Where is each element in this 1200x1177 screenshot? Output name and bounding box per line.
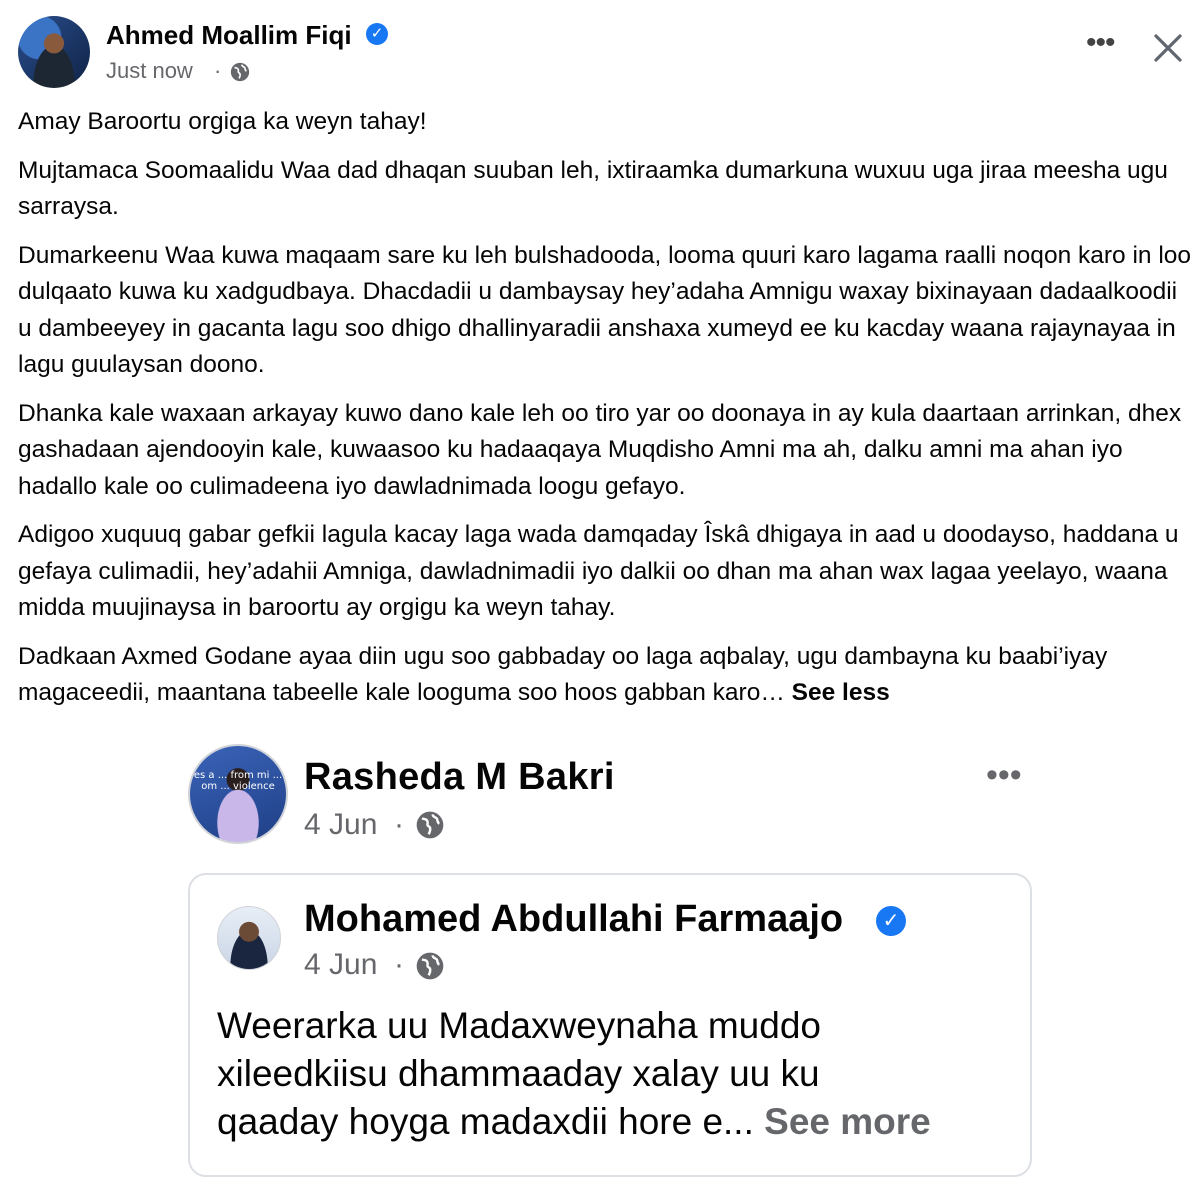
embedded-author-avatar: es a ... from mi ... om ... violence — [188, 744, 288, 844]
separator-dot: · — [214, 58, 222, 83]
more-options-icon[interactable]: ••• — [1086, 28, 1118, 66]
globe-icon — [416, 952, 444, 980]
post-paragraph: Mujtamaca Soomaalidu Waa dad dhaqan suub… — [18, 156, 1168, 221]
post-body: Amay Baroortu orgiga ka weyn tahay! Mujt… — [18, 104, 1193, 724]
separator-dot: · — [394, 808, 404, 841]
shared-text-line-last: qaaday hoyga madaxdii hore e... See more — [217, 1098, 1017, 1146]
shared-text-fragment: qaaday hoyga madaxdii hore e... — [217, 1101, 754, 1142]
see-more-link: See more — [764, 1101, 931, 1142]
embedded-timestamp: 4 Jun — [304, 808, 378, 841]
post-paragraph-last: Dadkaan Axmed Godane ayaa diin ugu soo g… — [18, 639, 1193, 712]
post-paragraph: Dhanka kale waxaan arkayay kuwo dano kal… — [18, 399, 1182, 500]
more-options-icon: ••• — [986, 756, 1022, 794]
shared-timestamp: 4 Jun — [304, 948, 378, 981]
verified-check-icon: ✓ — [366, 23, 388, 45]
post-paragraph: Amay Baroortu orgiga ka weyn tahay! — [18, 108, 427, 135]
see-less-link[interactable]: See less — [792, 679, 890, 706]
globe-icon — [230, 62, 250, 82]
globe-icon — [416, 811, 444, 839]
shared-author-name: Mohamed Abdullahi Farmaajo — [304, 898, 844, 940]
shared-post-text: Weerarka uu Madaxweynaha muddo xileedkii… — [217, 1002, 1017, 1146]
separator-dot: · — [394, 948, 404, 981]
post-paragraph: Dumarkeenu Waa kuwa maqaam sare ku leh b… — [18, 241, 1192, 379]
author-name[interactable]: Ahmed Moallim Fiqi — [106, 20, 352, 51]
author-avatar[interactable] — [18, 16, 90, 88]
post-paragraph-text: Dadkaan Axmed Godane ayaa diin ugu soo g… — [18, 642, 1108, 707]
shared-text-line: xileedkiisu dhammaaday xalay uu ku — [217, 1053, 820, 1094]
post-header: Ahmed Moallim Fiqi ✓ Just now · ••• — [0, 0, 1200, 100]
post-paragraph: Adigoo xuquuq gabar gefkii lagula kacay … — [18, 521, 1179, 621]
avatar-banner-text: es a ... from mi ... om ... violence — [193, 770, 283, 792]
embedded-author-name: Rasheda M Bakri — [304, 756, 615, 798]
shared-text-line: Weerarka uu Madaxweynaha muddo — [217, 1005, 821, 1046]
verified-check-icon: ✓ — [876, 906, 906, 936]
close-icon[interactable] — [1150, 30, 1186, 66]
shared-author-avatar — [217, 906, 281, 970]
post-timestamp[interactable]: Just now — [106, 58, 193, 84]
